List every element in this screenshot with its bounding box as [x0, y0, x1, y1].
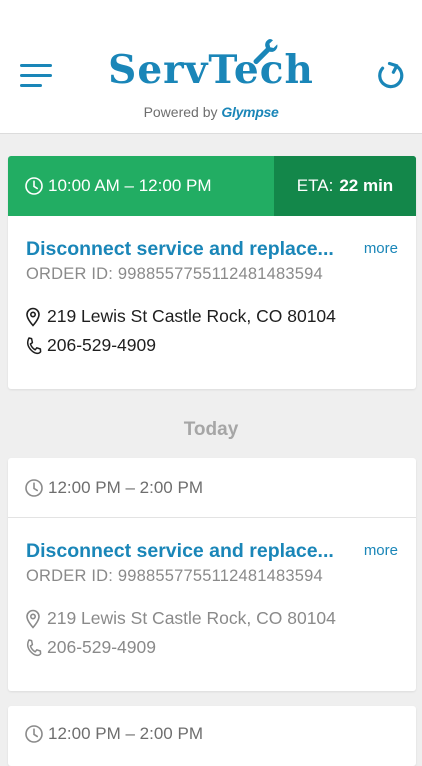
phone-text: 206-529-4909	[47, 637, 156, 657]
wrench-logo-icon	[253, 39, 278, 65]
time-window: 12:00 PM – 2:00 PM	[24, 706, 203, 762]
phone-icon	[27, 638, 42, 656]
job-card[interactable]: 12:00 PM – 2:00 PM Disconnect service an…	[8, 458, 416, 691]
location-pin-icon	[26, 609, 40, 629]
active-job-time-bar: 10:00 AM – 12:00 PM ETA: 22 min	[8, 156, 416, 216]
section-header-today: Today	[183, 419, 239, 440]
time-window-text: 12:00 PM – 2:00 PM	[48, 724, 203, 743]
logo-text: ServTech	[108, 47, 314, 93]
refresh-icon[interactable]	[374, 58, 408, 92]
job-address[interactable]: 219 Lewis St Castle Rock, CO 80104	[24, 608, 336, 629]
job-time-bar: 12:00 PM – 2:00 PM	[8, 706, 416, 766]
time-window-text: 12:00 PM – 2:00 PM	[48, 478, 203, 497]
job-phone[interactable]: 206-529-4909	[24, 335, 156, 356]
job-phone[interactable]: 206-529-4909	[24, 637, 156, 658]
app-logo: ServTech	[0, 44, 422, 96]
clock-icon	[25, 479, 43, 497]
phone-text: 206-529-4909	[47, 335, 156, 355]
job-title[interactable]: Disconnect service and replace...	[26, 538, 334, 564]
time-window: 10:00 AM – 12:00 PM	[24, 156, 212, 216]
eta-badge: ETA: 22 min	[274, 156, 416, 216]
eta-value: 22 min	[339, 176, 394, 195]
job-time-bar: 12:00 PM – 2:00 PM	[8, 458, 416, 518]
powered-by-prefix: Powered by	[143, 104, 218, 120]
eta-label: ETA:	[296, 176, 334, 195]
job-card[interactable]: 12:00 PM – 2:00 PM	[8, 706, 416, 766]
job-title[interactable]: Disconnect service and replace...	[26, 236, 334, 262]
app-header: ServTech Powered by Glympse	[0, 0, 422, 134]
location-pin-icon	[26, 307, 40, 327]
job-address[interactable]: 219 Lewis St Castle Rock, CO 80104	[24, 306, 336, 327]
clock-icon	[25, 177, 43, 195]
clock-icon	[25, 725, 43, 743]
order-id: ORDER ID: 9988557755112481483594	[26, 265, 323, 283]
glympse-brand: Glympse	[221, 104, 279, 120]
time-window: 12:00 PM – 2:00 PM	[24, 458, 203, 518]
time-window-text: 10:00 AM – 12:00 PM	[48, 176, 212, 195]
more-link[interactable]: more	[364, 240, 398, 257]
address-text: 219 Lewis St Castle Rock, CO 80104	[47, 306, 336, 326]
address-text: 219 Lewis St Castle Rock, CO 80104	[47, 608, 336, 628]
order-id: ORDER ID: 9988557755112481483594	[26, 567, 323, 585]
more-link[interactable]: more	[364, 542, 398, 559]
powered-by: Powered by Glympse	[0, 104, 422, 120]
active-job-card[interactable]: 10:00 AM – 12:00 PM ETA: 22 min Disconne…	[8, 156, 416, 389]
job-title-row: Disconnect service and replace... more	[26, 236, 398, 262]
job-title-row: Disconnect service and replace... more	[26, 538, 398, 564]
phone-icon	[27, 336, 42, 354]
